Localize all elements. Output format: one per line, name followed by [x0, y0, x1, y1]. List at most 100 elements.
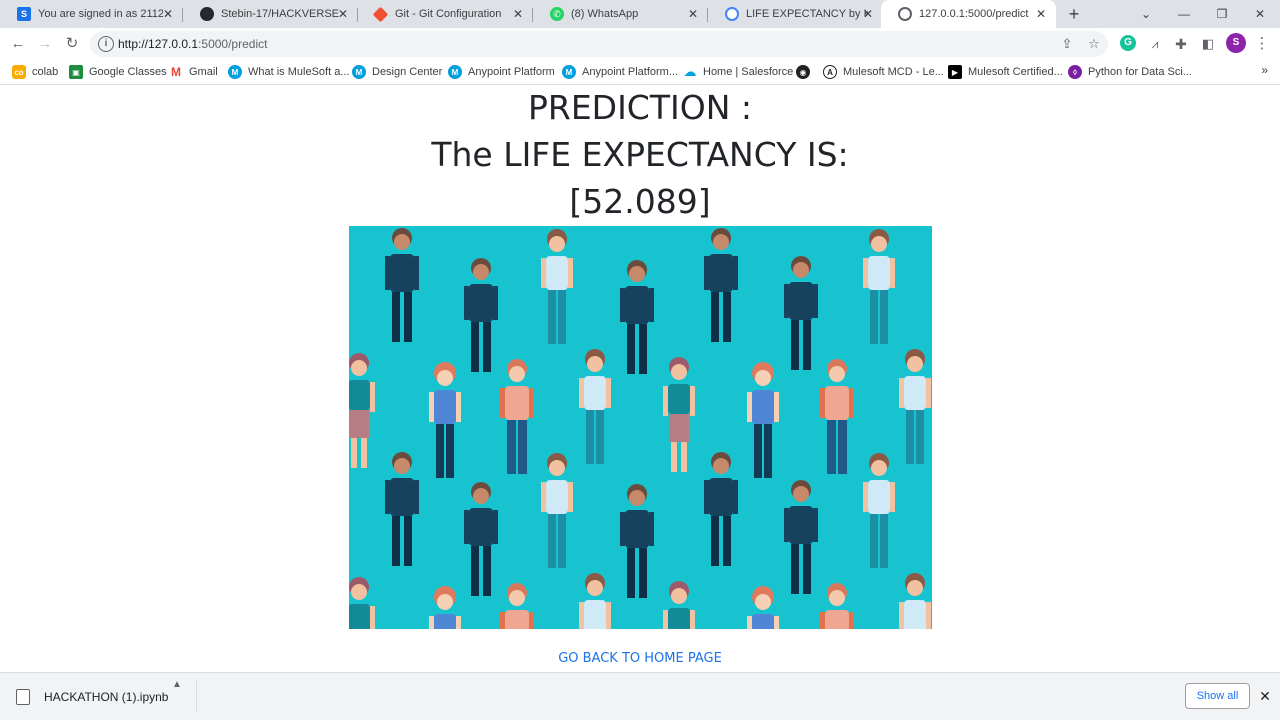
- close-tab-icon[interactable]: ✕: [161, 7, 175, 21]
- address-bar[interactable]: i http://127.0.0.1:5000/predict ⇪ ☆: [90, 31, 1108, 57]
- gmail-icon: M: [169, 65, 183, 79]
- bookmarks-bar: co colab ▣ Google Classes M Gmail M What is …: [0, 59, 1280, 85]
- profile-avatar[interactable]: S: [1226, 33, 1246, 53]
- video-icon: ▶: [948, 65, 962, 79]
- close-icon[interactable]: ✕: [1256, 687, 1274, 705]
- browser-tab[interactable]: S You are signed in as 21122 ✕: [0, 0, 183, 28]
- tab-title: LIFE EXPECTANCY by K V H: [746, 8, 868, 20]
- mulesoft-icon: M: [352, 65, 366, 79]
- bookmark-gmail[interactable]: M Gmail: [169, 64, 218, 80]
- globe-icon: ◉: [796, 65, 810, 79]
- tab-title: Stebin-17/HACKVERSE: [221, 8, 339, 20]
- download-item[interactable]: HACKATHON (1).ipynb: [12, 683, 196, 711]
- bookmark-star-icon[interactable]: ☆: [1085, 35, 1103, 53]
- prediction-heading: PREDICTION :: [527, 88, 753, 127]
- maximize-button[interactable]: ❐: [1204, 0, 1240, 28]
- new-tab-button[interactable]: +: [1064, 4, 1084, 24]
- prediction-value: [52.089]: [569, 182, 711, 221]
- share-icon[interactable]: ⇪: [1058, 35, 1076, 53]
- chevron-up-icon[interactable]: ▲: [172, 679, 182, 690]
- row-1: [385, 228, 895, 374]
- bookmark-salesforce[interactable]: ☁ Home | Salesforce: [683, 64, 793, 80]
- bookmark-label: Design Center: [372, 66, 443, 78]
- go-back-home-link[interactable]: GO BACK TO HOME PAGE: [0, 651, 1280, 666]
- menu-icon[interactable]: ⋮: [1250, 32, 1274, 56]
- s-icon: S: [17, 7, 31, 21]
- mulesoft-icon: M: [562, 65, 576, 79]
- bookmark-label: Google Classes: [89, 66, 167, 78]
- close-tab-icon[interactable]: ✕: [861, 7, 875, 21]
- bookmark-label: Anypoint Platform...: [582, 66, 678, 78]
- tab-title: Git - Git Configuration: [395, 8, 502, 20]
- mulesoft-icon: M: [228, 65, 242, 79]
- bookmark-label: What is MuleSoft a...: [248, 66, 350, 78]
- bookmark-label: Anypoint Platform: [468, 66, 555, 78]
- browser-tab[interactable]: LIFE EXPECTANCY by K V H ✕: [708, 0, 883, 28]
- close-tab-icon[interactable]: ✕: [336, 7, 350, 21]
- close-tab-icon[interactable]: ✕: [686, 7, 700, 21]
- url-host: http://127.0.0.1: [118, 37, 199, 51]
- classroom-icon: ▣: [69, 65, 83, 79]
- bookmark-anypoint[interactable]: M Anypoint Platform: [448, 64, 555, 80]
- bookmark-mulesoft-certified[interactable]: ▶ Mulesoft Certified...: [948, 64, 1063, 80]
- more-bookmarks-icon[interactable]: »: [1261, 63, 1268, 77]
- bookmark-design-center[interactable]: M Design Center: [352, 64, 442, 80]
- reload-button[interactable]: ↻: [60, 32, 84, 56]
- browser-tab[interactable]: Stebin-17/HACKVERSE ✕: [183, 0, 358, 28]
- side-panel-icon[interactable]: ◧: [1196, 32, 1220, 56]
- bookmark-globe[interactable]: ◉: [796, 64, 816, 80]
- people-illustration: [349, 226, 932, 629]
- globe-icon: [898, 7, 912, 21]
- bookmark-label: Python for Data Sci...: [1088, 66, 1192, 78]
- site-info-icon[interactable]: i: [98, 36, 114, 52]
- bookmark-mulesoft-mcd[interactable]: A Mulesoft MCD - Le...: [823, 64, 944, 80]
- minimize-button[interactable]: —: [1166, 0, 1202, 28]
- github-icon: [200, 7, 214, 21]
- close-tab-icon[interactable]: ✕: [511, 7, 525, 21]
- browser-toolbar: ← → ↻ i http://127.0.0.1:5000/predict ⇪ …: [0, 28, 1280, 59]
- forward-button[interactable]: →: [33, 32, 57, 56]
- back-button[interactable]: ←: [6, 32, 30, 56]
- bookmark-label: Mulesoft MCD - Le...: [843, 66, 944, 78]
- bookmark-label: Mulesoft Certified...: [968, 66, 1063, 78]
- grammarly-icon[interactable]: G: [1120, 35, 1136, 51]
- tab-title: (8) WhatsApp: [571, 8, 639, 20]
- browser-tab[interactable]: ✆ (8) WhatsApp ✕: [533, 0, 708, 28]
- tab-title: 127.0.0.1:5000/predict: [919, 8, 1029, 20]
- download-separator: [196, 681, 197, 713]
- row-3: [385, 452, 895, 598]
- close-window-button[interactable]: ✕: [1242, 0, 1278, 28]
- globe-icon: [725, 7, 739, 21]
- python-course-icon: ◊: [1068, 65, 1082, 79]
- browser-tab-active[interactable]: 127.0.0.1:5000/predict ✕: [881, 0, 1056, 28]
- close-tab-icon[interactable]: ✕: [1034, 7, 1048, 21]
- tab-title: You are signed in as 21122: [38, 8, 163, 20]
- page-content: PREDICTION : The LIFE EXPECTANCY IS: [52…: [0, 86, 1280, 672]
- salesforce-cloud-icon: ☁: [683, 64, 697, 79]
- whatsapp-icon: ✆: [550, 7, 564, 21]
- show-all-button[interactable]: Show all: [1185, 683, 1250, 709]
- bookmark-colab[interactable]: co colab: [12, 64, 58, 80]
- bookmark-google-classes[interactable]: ▣ Google Classes: [69, 64, 167, 80]
- a-icon: A: [823, 65, 837, 79]
- git-icon: [372, 6, 389, 22]
- download-file-name: HACKATHON (1).ipynb: [44, 690, 169, 704]
- bookmark-label: Home | Salesforce: [703, 66, 794, 78]
- bookmark-anypoint-2[interactable]: M Anypoint Platform...: [562, 64, 678, 80]
- extension-icon[interactable]: ⩘: [1143, 32, 1167, 56]
- browser-tab[interactable]: Git - Git Configuration ✕: [358, 0, 533, 28]
- download-bar: HACKATHON (1).ipynb ▲ Show all ✕: [0, 672, 1280, 720]
- url-text: http://127.0.0.1:5000/predict: [118, 37, 267, 51]
- tab-strip: S You are signed in as 21122 ✕ Stebin-17…: [0, 0, 1280, 28]
- extensions-puzzle-icon[interactable]: ✚: [1169, 32, 1193, 56]
- url-path: :5000/predict: [198, 37, 268, 51]
- life-expectancy-heading: The LIFE EXPECTANCY IS:: [431, 135, 849, 174]
- bookmark-label: colab: [32, 66, 59, 78]
- mulesoft-icon: M: [448, 65, 462, 79]
- bookmark-mulesoft[interactable]: M What is MuleSoft a...: [228, 64, 349, 80]
- bookmark-label: Gmail: [189, 66, 218, 78]
- bookmark-python-ds[interactable]: ◊ Python for Data Sci...: [1068, 64, 1192, 80]
- file-icon: [16, 689, 30, 705]
- tab-search-icon[interactable]: ⌄: [1128, 0, 1164, 28]
- colab-icon: co: [12, 65, 26, 79]
